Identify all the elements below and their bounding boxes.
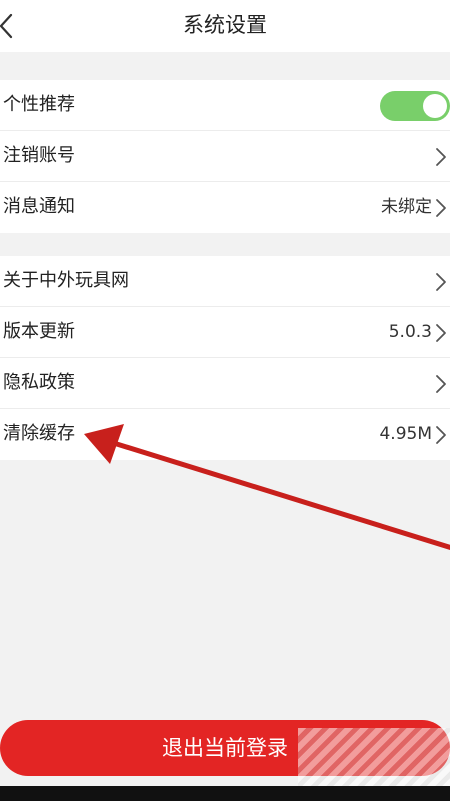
watermark-overlay [298,728,450,786]
chevron-right-icon [436,426,446,444]
settings-group-1: 个性推荐 注销账号 消息通知 未绑定 [0,80,450,233]
row-label: 个性推荐 [3,94,75,115]
system-navigation-bar [0,786,450,801]
chevron-right-icon [436,375,446,393]
chevron-right-icon [436,148,446,166]
row-label: 注销账号 [3,145,75,166]
row-label: 消息通知 [3,196,75,217]
row-label: 隐私政策 [3,372,75,393]
row-label: 清除缓存 [3,423,75,444]
row-label: 关于中外玩具网 [3,270,129,291]
row-value: 4.95M [379,424,432,444]
page-title: 系统设置 [183,13,267,37]
chevron-right-icon [436,199,446,217]
row-value: 未绑定 [381,197,432,217]
chevron-right-icon [436,273,446,291]
personalized-recommendation-toggle[interactable] [380,91,450,121]
row-version-update[interactable]: 版本更新 5.0.3 [0,307,450,358]
settings-group-2: 关于中外玩具网 版本更新 5.0.3 隐私政策 清除缓存 4.95M [0,256,450,460]
row-about[interactable]: 关于中外玩具网 [0,256,450,307]
row-message-notification[interactable]: 消息通知 未绑定 [0,182,450,233]
row-personalized-recommendation[interactable]: 个性推荐 [0,80,450,131]
row-value: 5.0.3 [388,322,432,342]
row-label: 版本更新 [3,321,75,342]
chevron-right-icon [436,324,446,342]
toggle-knob [423,94,447,118]
row-privacy-policy[interactable]: 隐私政策 [0,358,450,409]
row-cancel-account[interactable]: 注销账号 [0,131,450,182]
top-bar: 系统设置 [0,0,450,52]
row-clear-cache[interactable]: 清除缓存 4.95M [0,409,450,460]
